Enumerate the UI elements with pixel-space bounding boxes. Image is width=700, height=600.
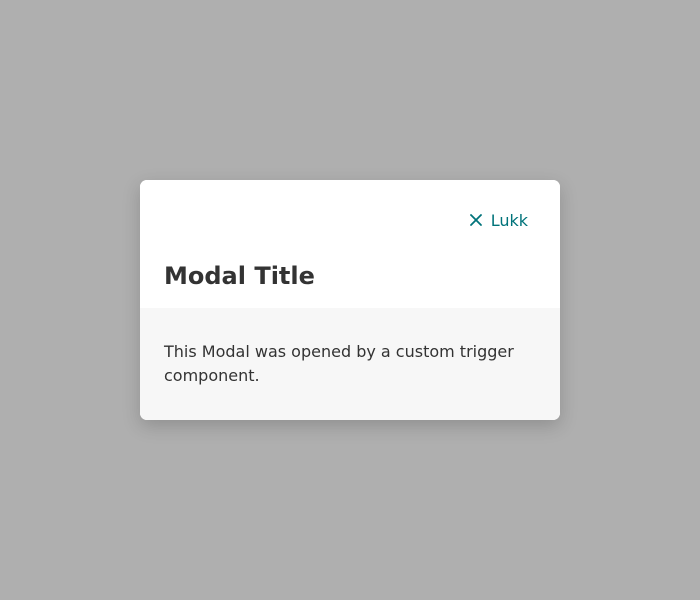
modal-body: This Modal was opened by a custom trigge… <box>140 308 560 420</box>
modal-body-text: This Modal was opened by a custom trigge… <box>164 342 514 385</box>
modal-backdrop[interactable]: Lukk Modal Title This Modal was opened b… <box>0 0 700 600</box>
close-button[interactable]: Lukk <box>468 208 528 232</box>
close-label: Lukk <box>490 210 528 230</box>
modal-title: Modal Title <box>164 262 315 290</box>
close-icon <box>468 212 484 228</box>
modal-header: Lukk Modal Title <box>140 180 560 308</box>
modal-dialog: Lukk Modal Title This Modal was opened b… <box>140 180 560 420</box>
